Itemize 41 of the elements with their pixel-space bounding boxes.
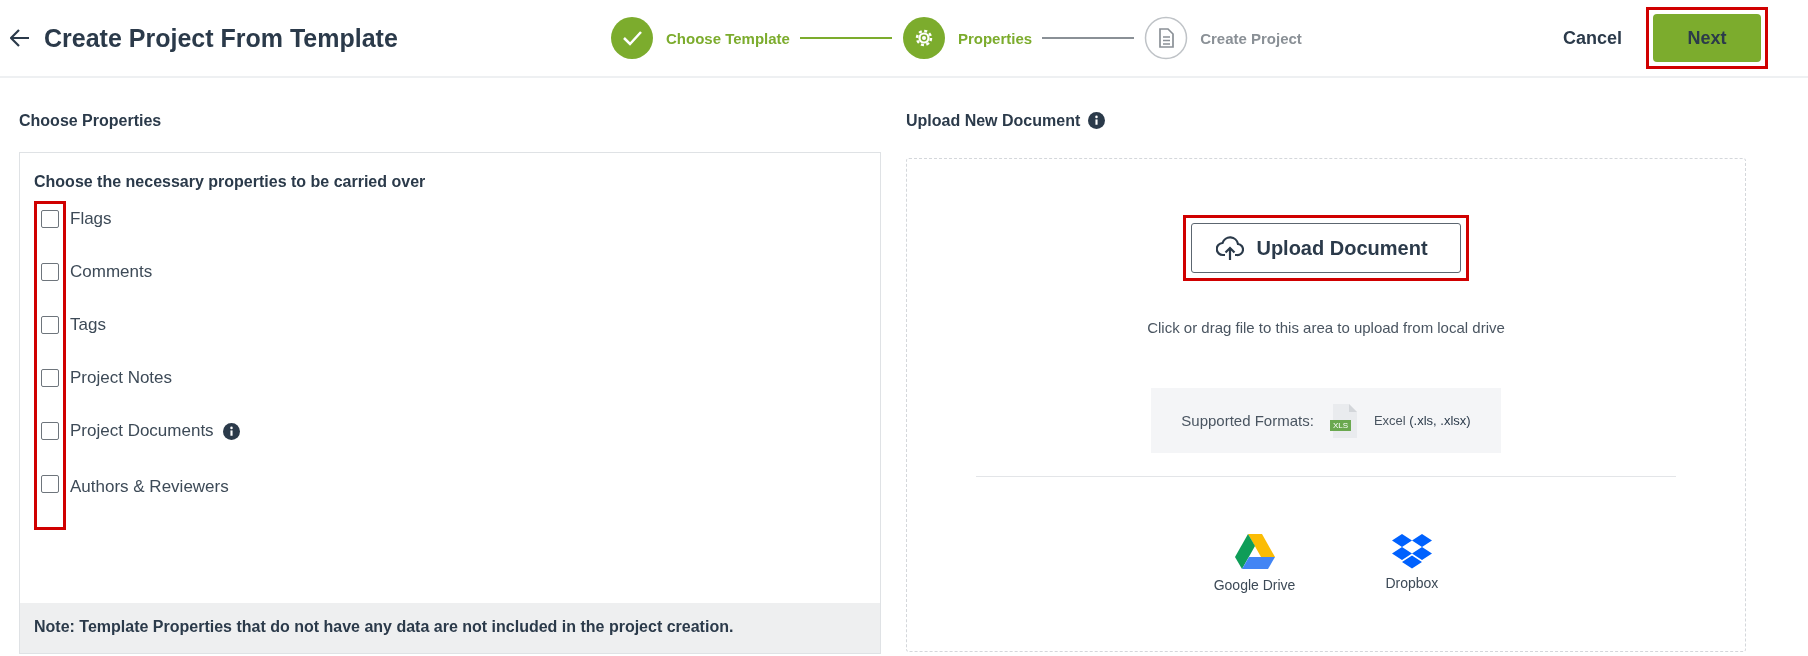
document-step-icon	[1144, 16, 1189, 60]
cancel-button[interactable]: Cancel	[1554, 21, 1630, 55]
property-label: Project Notes	[70, 368, 173, 388]
property-label: Tags	[70, 315, 106, 335]
gear-step-icon	[901, 16, 946, 60]
formats-label: Supported Formats:	[1181, 412, 1314, 429]
source-label: Google Drive	[1213, 577, 1296, 593]
checkbox[interactable]	[41, 422, 59, 440]
checkbox[interactable]	[41, 316, 59, 334]
upload-drop-area[interactable]: Upload Document Click or drag file to this area to upload from local drive Supported Formats: XLS Excel (.xls, .xlsx) Google Drive Dropbox	[906, 158, 1746, 652]
drive-triangle-icon	[1233, 533, 1276, 571]
note-text: Note: Template Properties that do not have any data are not included in the project creation.	[20, 603, 880, 653]
next-button[interactable]: Next	[1653, 14, 1761, 62]
checkbox[interactable]	[41, 210, 59, 228]
property-label: Flags	[70, 209, 112, 229]
back-arrow-icon[interactable]	[10, 29, 30, 47]
step-label: Properties	[957, 29, 1033, 47]
info-icon	[1088, 112, 1106, 129]
property-label: Authors & Reviewers	[70, 477, 229, 497]
cloud-source-option[interactable]: Google Drive	[1213, 533, 1296, 593]
upload-hint: Click or drag file to this area to upload from local drive	[1147, 319, 1505, 336]
xls-file-icon: XLS	[1329, 402, 1358, 439]
check-step-icon	[610, 16, 654, 60]
checkbox[interactable]	[41, 475, 59, 493]
property-label: Project Documents	[70, 421, 214, 441]
dropbox-icon	[1391, 533, 1432, 569]
cloud-source-option[interactable]: Dropbox	[1385, 533, 1439, 593]
checkbox[interactable]	[41, 369, 59, 387]
format-name: Excel (.xls, .xlsx)	[1373, 413, 1471, 428]
section-heading: Upload New Document	[906, 112, 1081, 130]
checkbox[interactable]	[41, 263, 59, 281]
page-title: Create Project From Template	[44, 23, 398, 53]
step-label: Choose Template	[666, 29, 790, 47]
property-label: Comments	[70, 262, 153, 282]
instruction-text: Choose the necessary properties to be carried over	[34, 173, 427, 191]
info-icon	[222, 423, 240, 440]
cloud-upload-icon	[1216, 235, 1245, 261]
section-heading: Choose Properties	[19, 112, 163, 131]
upload-button[interactable]: Upload Document	[1191, 223, 1461, 273]
source-label: Dropbox	[1385, 575, 1439, 591]
step-label: Create Project	[1200, 29, 1302, 47]
